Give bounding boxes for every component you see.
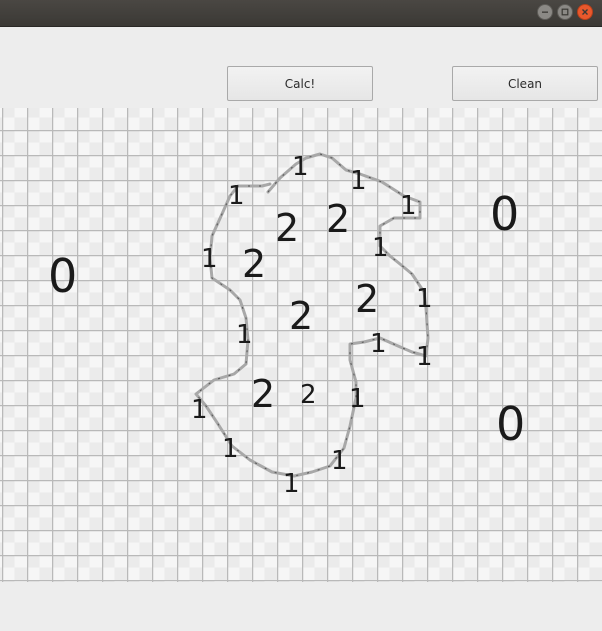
boundary-label: 1 — [350, 166, 367, 196]
boundary-label: 1 — [372, 233, 389, 263]
region-label: 0 — [496, 397, 525, 451]
drawing-canvas[interactable]: 0 0 0 1 1 1 1 1 1 1 1 1 1 1 1 1 1 1 2 2 … — [0, 108, 602, 582]
boundary-label: 1 — [292, 152, 309, 182]
maximize-button[interactable] — [557, 4, 573, 20]
grid-canvas-svg[interactable]: 0 0 0 1 1 1 1 1 1 1 1 1 1 1 1 1 1 1 2 2 … — [0, 108, 602, 582]
minimize-icon — [542, 11, 548, 13]
toolbar: Calc! Clean — [0, 27, 602, 107]
title-bar — [0, 0, 602, 27]
boundary-label: 1 — [236, 320, 253, 350]
boundary-label: 1 — [222, 434, 239, 464]
boundary-label: 1 — [416, 284, 433, 314]
interior-label: 2 — [300, 380, 317, 410]
close-button[interactable] — [577, 4, 593, 20]
region-label: 0 — [490, 187, 519, 241]
boundary-label: 1 — [283, 469, 300, 499]
boundary-label: 1 — [331, 446, 348, 476]
interior-label: 2 — [242, 242, 266, 286]
boundary-label: 1 — [400, 191, 417, 221]
calc-button[interactable]: Calc! — [227, 66, 373, 101]
maximize-icon — [561, 8, 569, 16]
boundary-label: 1 — [416, 342, 433, 372]
clean-button[interactable]: Clean — [452, 66, 598, 101]
interior-label: 2 — [289, 294, 313, 338]
boundary-label: 1 — [201, 244, 218, 274]
minimize-button[interactable] — [537, 4, 553, 20]
interior-label: 2 — [251, 372, 275, 416]
boundary-label: 1 — [228, 181, 245, 211]
bottom-panel — [0, 582, 602, 631]
boundary-label: 1 — [370, 329, 387, 359]
interior-label: 2 — [275, 206, 299, 250]
interior-label: 2 — [355, 277, 379, 321]
interior-label: 2 — [326, 197, 350, 241]
boundary-label: 1 — [191, 395, 208, 425]
boundary-label: 1 — [349, 384, 366, 414]
region-label: 0 — [48, 249, 77, 303]
close-icon — [582, 9, 588, 15]
